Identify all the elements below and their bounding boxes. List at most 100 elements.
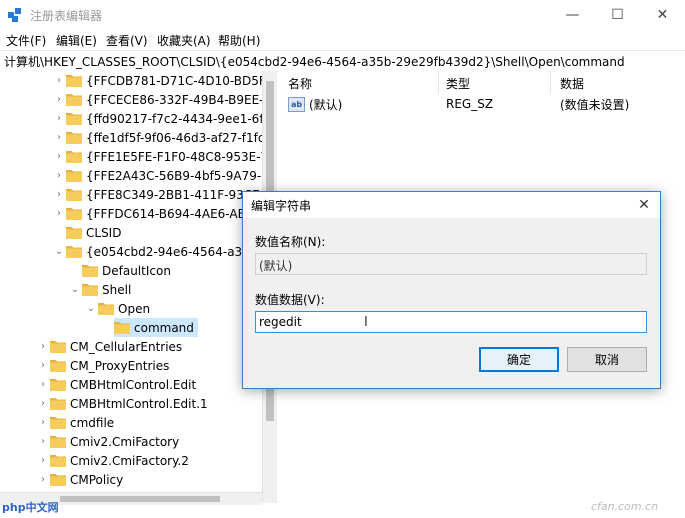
expand-chevron-icon[interactable]: › (38, 470, 48, 489)
expand-chevron-icon[interactable]: ⌄ (54, 242, 64, 261)
tree-item-label: {e054cbd2-94e6-4564-a35b- (86, 244, 262, 259)
tree-item[interactable]: CMBHtmlControl.Edit (50, 375, 196, 394)
folder-icon (98, 303, 114, 315)
expand-chevron-icon[interactable]: › (54, 166, 64, 185)
expand-chevron-icon[interactable]: › (38, 394, 48, 413)
tree-item-label: {FFFDC614-B694-4AE6-AB38- (86, 206, 263, 221)
column-header-type[interactable]: 类型 (446, 75, 470, 92)
folder-icon (50, 417, 66, 429)
tree-item-label: {FFCECE86-332F-49B4-B9EE-7FE (86, 92, 262, 107)
menu-file[interactable]: 文件(F) (6, 32, 46, 49)
dialog-title-bar: 编辑字符串 ✕ (243, 192, 660, 218)
folder-icon (50, 341, 66, 353)
tree-item-label: Open (118, 301, 151, 316)
tree-item[interactable]: {FFFDC614-B694-4AE6-AB38- (66, 204, 263, 223)
tree-item-label: CMPolicy (70, 472, 124, 487)
expand-chevron-icon[interactable]: › (54, 204, 64, 223)
column-separator[interactable] (438, 71, 439, 93)
expand-chevron-icon[interactable]: › (38, 432, 48, 451)
expand-chevron-icon[interactable]: › (54, 185, 64, 204)
expand-chevron-icon[interactable]: › (38, 451, 48, 470)
registry-tree[interactable]: › {FFCDB781-D71C-4D10-BD5F-04 › {FFCECE86-3… (0, 71, 263, 503)
address-path[interactable]: 计算机\HKEY_CLASSES_ROOT\CLSID\{e054cbd2-94… (4, 53, 625, 70)
column-header-data[interactable]: 数据 (560, 75, 584, 92)
expand-chevron-icon[interactable]: › (38, 337, 48, 356)
tree-item-label: CMBHtmlControl.Edit (70, 377, 197, 392)
tree-item[interactable]: Shell (82, 280, 131, 299)
tree-item[interactable]: Open (98, 299, 150, 318)
tree-item[interactable]: {FFCECE86-332F-49B4-B9EE-7FE (66, 90, 262, 109)
tree-item[interactable]: {e054cbd2-94e6-4564-a35b- (66, 242, 262, 261)
tree-item[interactable]: CM_ProxyEntries (50, 356, 169, 375)
column-separator[interactable] (550, 71, 551, 93)
expand-chevron-icon[interactable]: › (54, 109, 64, 128)
tree-item-label: CM_ProxyEntries (70, 358, 170, 373)
expand-chevron-icon[interactable]: › (38, 375, 48, 394)
tree-item-label: Cmiv2.CmiFactory (70, 434, 180, 449)
value-data-input[interactable]: regedit I (255, 311, 647, 333)
tree-item[interactable]: {FFE2A43C-56B9-4bf5-9A79-CC6 (66, 166, 262, 185)
tree-item-label: DefaultIcon (102, 263, 171, 278)
tree-item-label: {FFCDB781-D71C-4D10-BD5F-04 (86, 73, 262, 88)
minimize-button[interactable]: — (550, 0, 595, 30)
expand-chevron-icon[interactable]: › (54, 71, 64, 90)
tree-item[interactable]: Cmiv2.CmiFactory (50, 432, 179, 451)
expand-chevron-icon[interactable]: › (38, 413, 48, 432)
watermark-right: cfan.com.cn (591, 500, 659, 513)
tree-item[interactable]: CLSID (66, 223, 121, 242)
menu-favorites[interactable]: 收藏夹(A) (157, 32, 211, 49)
folder-icon (50, 379, 66, 391)
tree-item[interactable]: CMBHtmlControl.Edit.1 (50, 394, 208, 413)
menu-edit[interactable]: 编辑(E) (56, 32, 97, 49)
tree-item[interactable]: {ffd90217-f7c2-4434-9ee1-6f1b5 (66, 109, 262, 128)
registry-editor-window: 注册表编辑器 — ☐ ✕ 文件(F) 编辑(E) 查看(V) 收藏夹(A) 帮助… (0, 0, 685, 518)
tree-item-label: Shell (102, 282, 132, 297)
menu-bar: 文件(F) 编辑(E) 查看(V) 收藏夹(A) 帮助(H) (0, 30, 685, 50)
folder-icon (66, 132, 82, 144)
expand-chevron-icon[interactable]: › (54, 90, 64, 109)
tree-item[interactable]: {FFCDB781-D71C-4D10-BD5F-04 (66, 71, 262, 90)
tree-item[interactable]: {FFE8C349-2BB1-411F-93CE- (66, 185, 263, 204)
edit-string-dialog: 编辑字符串 ✕ 数值名称(N): (默认) 数值数据(V): regedit I… (242, 191, 661, 389)
tree-item[interactable]: command (114, 318, 198, 337)
folder-icon (50, 455, 66, 467)
string-value-icon: ab (288, 96, 305, 112)
tree-item-label: CLSID (86, 225, 122, 240)
tree-item[interactable]: CM_CellularEntries (50, 337, 182, 356)
expand-chevron-icon[interactable]: ⌄ (86, 299, 96, 318)
cancel-button[interactable]: 取消 (567, 347, 647, 372)
expand-chevron-icon[interactable]: › (38, 356, 48, 375)
ok-button[interactable]: 确定 (479, 347, 559, 372)
tree-item[interactable]: cmdfile (50, 413, 114, 432)
folder-icon (114, 322, 130, 334)
folder-icon (66, 208, 82, 220)
scroll-thumb[interactable] (60, 496, 220, 502)
menu-help[interactable]: 帮助(H) (218, 32, 260, 49)
expand-chevron-icon[interactable]: ⌄ (70, 280, 80, 299)
maximize-button[interactable]: ☐ (595, 0, 640, 30)
tree-item-label: CMBHtmlControl.Edit.1 (70, 396, 208, 411)
folder-icon (66, 151, 82, 163)
tree-item[interactable]: Cmiv2.CmiFactory.2 (50, 451, 189, 470)
tree-item[interactable]: CMPolicy (50, 470, 123, 489)
tree-item[interactable]: {ffe1df5f-9f06-46d3-af27-f1fc10 (66, 128, 262, 147)
folder-icon (66, 94, 82, 106)
watermark-left: php中文网 (2, 501, 59, 514)
address-bar[interactable]: 计算机\HKEY_CLASSES_ROOT\CLSID\{e054cbd2-94… (0, 50, 685, 72)
dialog-close-button[interactable]: ✕ (634, 195, 654, 215)
expand-chevron-icon[interactable]: › (54, 128, 64, 147)
folder-icon (50, 360, 66, 372)
tree-item-label: cmdfile (70, 415, 115, 430)
folder-icon (50, 398, 66, 410)
text-cursor-icon: I (364, 315, 368, 330)
tree-item[interactable]: DefaultIcon (82, 261, 171, 280)
column-header-name[interactable]: 名称 (288, 75, 312, 92)
tree-item-label: {FFE8C349-2BB1-411F-93CE- (86, 187, 263, 202)
close-button[interactable]: ✕ (640, 0, 685, 30)
menu-view[interactable]: 查看(V) (106, 32, 148, 49)
value-name-field: (默认) (255, 253, 647, 275)
expand-chevron-icon[interactable]: › (54, 147, 64, 166)
value-name: (默认) (309, 97, 343, 112)
tree-item[interactable]: {FFE1E5FE-F1F0-48C8-953E-72BA (66, 147, 262, 166)
value-row[interactable]: ab (默认) (288, 95, 342, 113)
